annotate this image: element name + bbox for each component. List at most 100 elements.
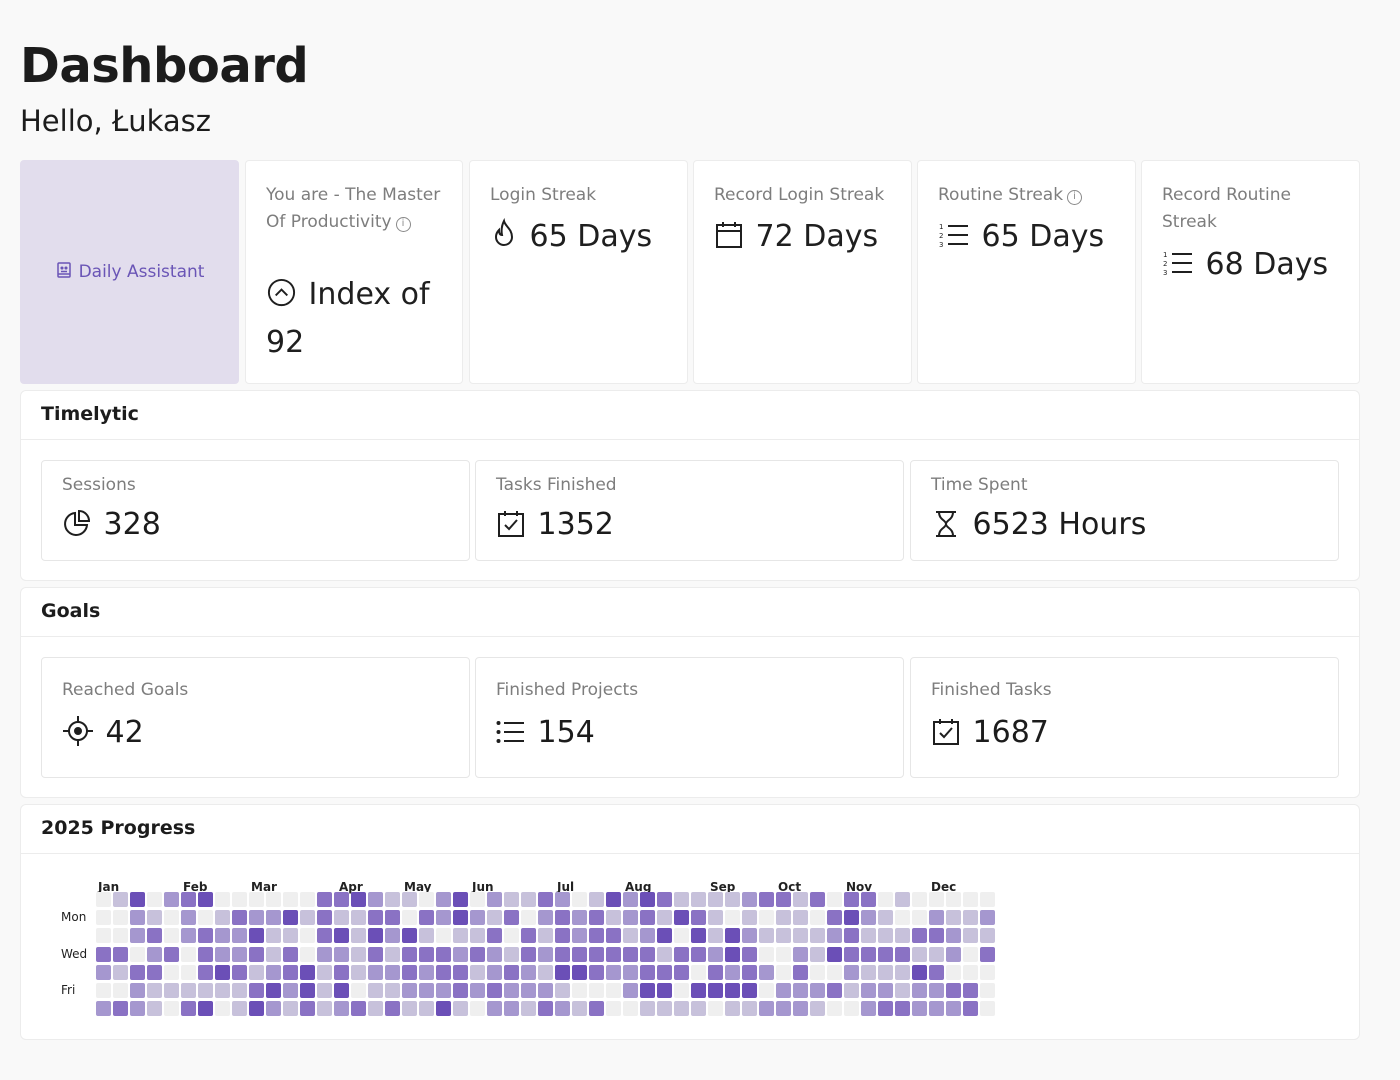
heatmap-cell[interactable] bbox=[283, 910, 298, 926]
heatmap-cell[interactable] bbox=[317, 964, 332, 980]
heatmap-cell[interactable] bbox=[827, 1001, 842, 1017]
heatmap-cell[interactable] bbox=[368, 928, 383, 944]
heatmap-cell[interactable] bbox=[759, 928, 774, 944]
heatmap-cell[interactable] bbox=[963, 964, 978, 980]
heatmap-cell[interactable] bbox=[742, 910, 757, 926]
heatmap-cell[interactable] bbox=[674, 964, 689, 980]
heatmap-cell[interactable] bbox=[572, 983, 587, 998]
heatmap-cell[interactable] bbox=[215, 946, 230, 962]
heatmap-cell[interactable] bbox=[691, 946, 706, 962]
heatmap-cell[interactable] bbox=[742, 892, 757, 907]
heatmap-cell[interactable] bbox=[555, 964, 570, 980]
heatmap-cell[interactable] bbox=[521, 892, 536, 907]
heatmap-cell[interactable] bbox=[453, 964, 468, 980]
heatmap-cell[interactable] bbox=[96, 892, 111, 907]
heatmap-cell[interactable] bbox=[861, 910, 876, 926]
heatmap-cell[interactable] bbox=[623, 892, 638, 907]
heatmap-cell[interactable] bbox=[487, 1001, 502, 1017]
heatmap-cell[interactable] bbox=[538, 983, 553, 998]
heatmap-cell[interactable] bbox=[691, 1001, 706, 1017]
heatmap-cell[interactable] bbox=[283, 892, 298, 907]
heatmap-cell[interactable] bbox=[521, 946, 536, 962]
heatmap-cell[interactable] bbox=[725, 1001, 740, 1017]
heatmap-cell[interactable] bbox=[572, 964, 587, 980]
heatmap-cell[interactable] bbox=[980, 910, 995, 926]
heatmap-cell[interactable] bbox=[708, 892, 723, 907]
heatmap-cell[interactable] bbox=[691, 964, 706, 980]
heatmap-cell[interactable] bbox=[657, 910, 672, 926]
heatmap-cell[interactable] bbox=[521, 928, 536, 944]
heatmap-cell[interactable] bbox=[606, 1001, 621, 1017]
heatmap-cell[interactable] bbox=[946, 892, 961, 907]
heatmap-cell[interactable] bbox=[385, 892, 400, 907]
heatmap-cell[interactable] bbox=[521, 964, 536, 980]
heatmap-cell[interactable] bbox=[351, 964, 366, 980]
heatmap-cell[interactable] bbox=[436, 964, 451, 980]
heatmap-cell[interactable] bbox=[657, 1001, 672, 1017]
heatmap-cell[interactable] bbox=[130, 892, 145, 907]
heatmap-cell[interactable] bbox=[147, 910, 162, 926]
heatmap-cell[interactable] bbox=[249, 964, 264, 980]
heatmap-cell[interactable] bbox=[623, 983, 638, 998]
heatmap-cell[interactable] bbox=[793, 946, 808, 962]
heatmap-cell[interactable] bbox=[776, 964, 791, 980]
heatmap-cell[interactable] bbox=[385, 964, 400, 980]
heatmap-cell[interactable] bbox=[606, 892, 621, 907]
daily-assistant-button[interactable]: Daily Assistant bbox=[20, 160, 239, 384]
heatmap-cell[interactable] bbox=[640, 1001, 655, 1017]
heatmap-cell[interactable] bbox=[351, 910, 366, 926]
heatmap-cell[interactable] bbox=[351, 946, 366, 962]
heatmap-cell[interactable] bbox=[895, 1001, 910, 1017]
heatmap-cell[interactable] bbox=[249, 910, 264, 926]
heatmap-cell[interactable] bbox=[827, 964, 842, 980]
heatmap-cell[interactable] bbox=[606, 910, 621, 926]
heatmap-cell[interactable] bbox=[113, 964, 128, 980]
heatmap-cell[interactable] bbox=[606, 928, 621, 944]
heatmap-cell[interactable] bbox=[640, 892, 655, 907]
heatmap-cell[interactable] bbox=[96, 946, 111, 962]
heatmap-cell[interactable] bbox=[504, 946, 519, 962]
heatmap-cell[interactable] bbox=[402, 1001, 417, 1017]
heatmap-cell[interactable] bbox=[504, 928, 519, 944]
heatmap-cell[interactable] bbox=[589, 964, 604, 980]
heatmap-cell[interactable] bbox=[538, 928, 553, 944]
heatmap-cell[interactable] bbox=[317, 892, 332, 907]
heatmap-cell[interactable] bbox=[385, 1001, 400, 1017]
heatmap-cell[interactable] bbox=[963, 946, 978, 962]
heatmap-cell[interactable] bbox=[742, 983, 757, 998]
heatmap-cell[interactable] bbox=[385, 910, 400, 926]
heatmap-cell[interactable] bbox=[351, 928, 366, 944]
heatmap-cell[interactable] bbox=[623, 910, 638, 926]
heatmap-cell[interactable] bbox=[861, 1001, 876, 1017]
heatmap-cell[interactable] bbox=[555, 983, 570, 998]
heatmap-cell[interactable] bbox=[164, 910, 179, 926]
heatmap-cell[interactable] bbox=[793, 892, 808, 907]
heatmap-cell[interactable] bbox=[419, 892, 434, 907]
heatmap-cell[interactable] bbox=[402, 964, 417, 980]
heatmap-cell[interactable] bbox=[504, 910, 519, 926]
heatmap-cell[interactable] bbox=[980, 946, 995, 962]
heatmap-cell[interactable] bbox=[147, 892, 162, 907]
heatmap-cell[interactable] bbox=[487, 964, 502, 980]
heatmap-cell[interactable] bbox=[844, 1001, 859, 1017]
heatmap-cell[interactable] bbox=[793, 928, 808, 944]
heatmap-cell[interactable] bbox=[878, 946, 893, 962]
heatmap-cell[interactable] bbox=[708, 983, 723, 998]
heatmap-cell[interactable] bbox=[742, 1001, 757, 1017]
heatmap-cell[interactable] bbox=[164, 928, 179, 944]
heatmap-cell[interactable] bbox=[113, 910, 128, 926]
heatmap-cell[interactable] bbox=[980, 964, 995, 980]
heatmap-cell[interactable] bbox=[606, 983, 621, 998]
heatmap-cell[interactable] bbox=[912, 983, 927, 998]
heatmap-cell[interactable] bbox=[181, 983, 196, 998]
heatmap-cell[interactable] bbox=[555, 1001, 570, 1017]
heatmap-cell[interactable] bbox=[725, 928, 740, 944]
heatmap-cell[interactable] bbox=[266, 928, 281, 944]
heatmap-cell[interactable] bbox=[436, 928, 451, 944]
heatmap-cell[interactable] bbox=[793, 910, 808, 926]
heatmap-cell[interactable] bbox=[181, 910, 196, 926]
heatmap-cell[interactable] bbox=[555, 910, 570, 926]
heatmap-cell[interactable] bbox=[198, 1001, 213, 1017]
heatmap-cell[interactable] bbox=[640, 910, 655, 926]
heatmap-cell[interactable] bbox=[776, 983, 791, 998]
